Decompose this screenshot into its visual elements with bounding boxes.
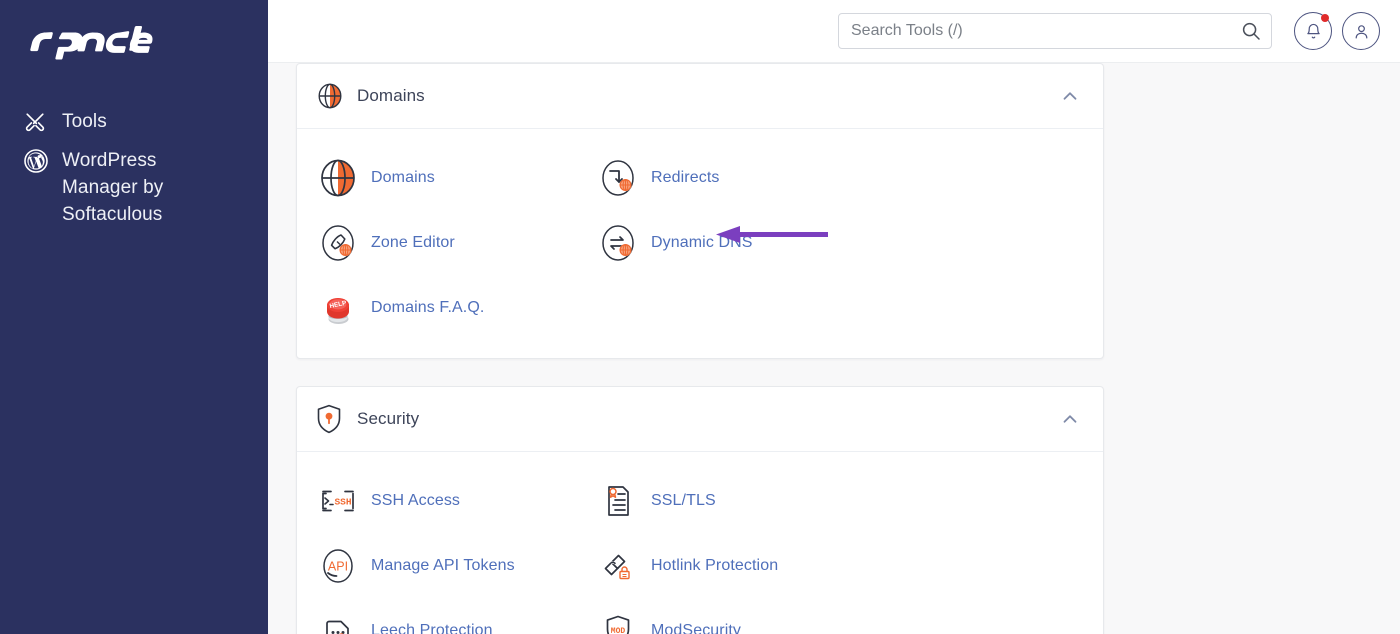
tool-domains[interactable]: Domains: [297, 145, 577, 210]
sidebar: Tools WordPress Manager by Softaculous: [0, 0, 268, 634]
section-title: Domains: [357, 86, 1059, 106]
section-title: Security: [357, 409, 1059, 429]
svg-text:SSH: SSH: [334, 496, 351, 507]
search-container: [838, 13, 1272, 49]
tools-column: Domains: [296, 63, 1104, 634]
topbar: [268, 0, 1400, 63]
tools-icon: [24, 108, 54, 135]
search-input[interactable]: [838, 13, 1272, 49]
tool-label: Zone Editor: [371, 234, 455, 252]
section-header-domains[interactable]: Domains: [297, 64, 1103, 129]
tool-ssh-access[interactable]: SSH SSH Access: [297, 468, 577, 533]
search-icon[interactable]: [1241, 21, 1261, 41]
sidebar-item-tools[interactable]: Tools: [0, 102, 268, 141]
cpanel-app: Tools WordPress Manager by Softaculous: [0, 0, 1400, 634]
chevron-up-icon[interactable]: [1059, 408, 1081, 430]
tool-zone-editor[interactable]: Zone Editor: [297, 210, 577, 275]
bell-icon: [1305, 23, 1322, 40]
notifications-button[interactable]: [1294, 12, 1332, 50]
modsecurity-shield-icon: MOD: [595, 608, 641, 634]
tool-ssl-tls[interactable]: SSL/TLS: [577, 468, 857, 533]
hotlink-lock-icon: [595, 543, 641, 589]
certificate-icon: [595, 478, 641, 524]
content-scroll-area[interactable]: Domains: [268, 63, 1400, 634]
tool-dynamic-dns[interactable]: Dynamic DNS: [577, 210, 857, 275]
globe-icon: [315, 155, 361, 201]
help-button-icon: HELP: [315, 285, 361, 331]
svg-text:MOD: MOD: [611, 627, 626, 634]
globe-icon: [315, 81, 351, 111]
tool-manage-api-tokens[interactable]: API Manage API Tokens: [297, 533, 577, 598]
section-header-security[interactable]: Security: [297, 387, 1103, 452]
tool-label: Hotlink Protection: [651, 557, 778, 575]
tool-grid: Domains: [297, 145, 1103, 340]
zone-editor-icon: [315, 220, 361, 266]
svg-text:API: API: [328, 559, 348, 573]
section-card-domains: Domains: [296, 63, 1104, 359]
tool-hotlink-protection[interactable]: Hotlink Protection: [577, 533, 857, 598]
user-icon: [1353, 23, 1370, 40]
leech-lock-icon: [315, 608, 361, 634]
section-card-security: Security: [296, 386, 1104, 634]
tool-label: Domains F.A.Q.: [371, 299, 484, 317]
sidebar-item-label: WordPress Manager by Softaculous: [62, 147, 180, 228]
tool-modsecurity[interactable]: MOD ModSecurity: [577, 598, 857, 634]
sidebar-item-wordpress-manager[interactable]: WordPress Manager by Softaculous: [0, 141, 268, 234]
tool-label: Redirects: [651, 169, 719, 187]
redirect-globe-icon: [595, 155, 641, 201]
tool-leech-protection[interactable]: Leech Protection: [297, 598, 577, 634]
account-button[interactable]: [1342, 12, 1380, 50]
notification-badge: [1321, 14, 1329, 22]
dynamic-dns-icon: [595, 220, 641, 266]
tool-redirects[interactable]: Redirects: [577, 145, 857, 210]
section-body-security: SSH SSH Access: [297, 452, 1103, 634]
tool-label: Dynamic DNS: [651, 234, 753, 252]
tool-grid: SSH SSH Access: [297, 468, 1103, 634]
ssh-terminal-icon: SSH: [315, 478, 361, 524]
cpanel-wordmark-icon: [24, 26, 162, 60]
chevron-up-icon[interactable]: [1059, 85, 1081, 107]
section-body-domains: Domains: [297, 129, 1103, 358]
wordpress-icon: [24, 147, 54, 174]
tool-label: Domains: [371, 169, 435, 187]
main-area: Domains: [268, 0, 1400, 634]
shield-icon: [315, 404, 351, 434]
tool-domains-faq[interactable]: HELP Domains F.A.Q.: [297, 275, 577, 340]
tool-label: Leech Protection: [371, 622, 493, 634]
sidebar-nav: Tools WordPress Manager by Softaculous: [0, 102, 268, 234]
tool-label: SSH Access: [371, 492, 460, 510]
sidebar-item-label: Tools: [62, 108, 107, 135]
tool-label: Manage API Tokens: [371, 557, 515, 575]
tool-label: SSL/TLS: [651, 492, 716, 510]
cpanel-logo[interactable]: [0, 0, 268, 86]
tool-label: ModSecurity: [651, 622, 741, 634]
api-icon: API: [315, 543, 361, 589]
